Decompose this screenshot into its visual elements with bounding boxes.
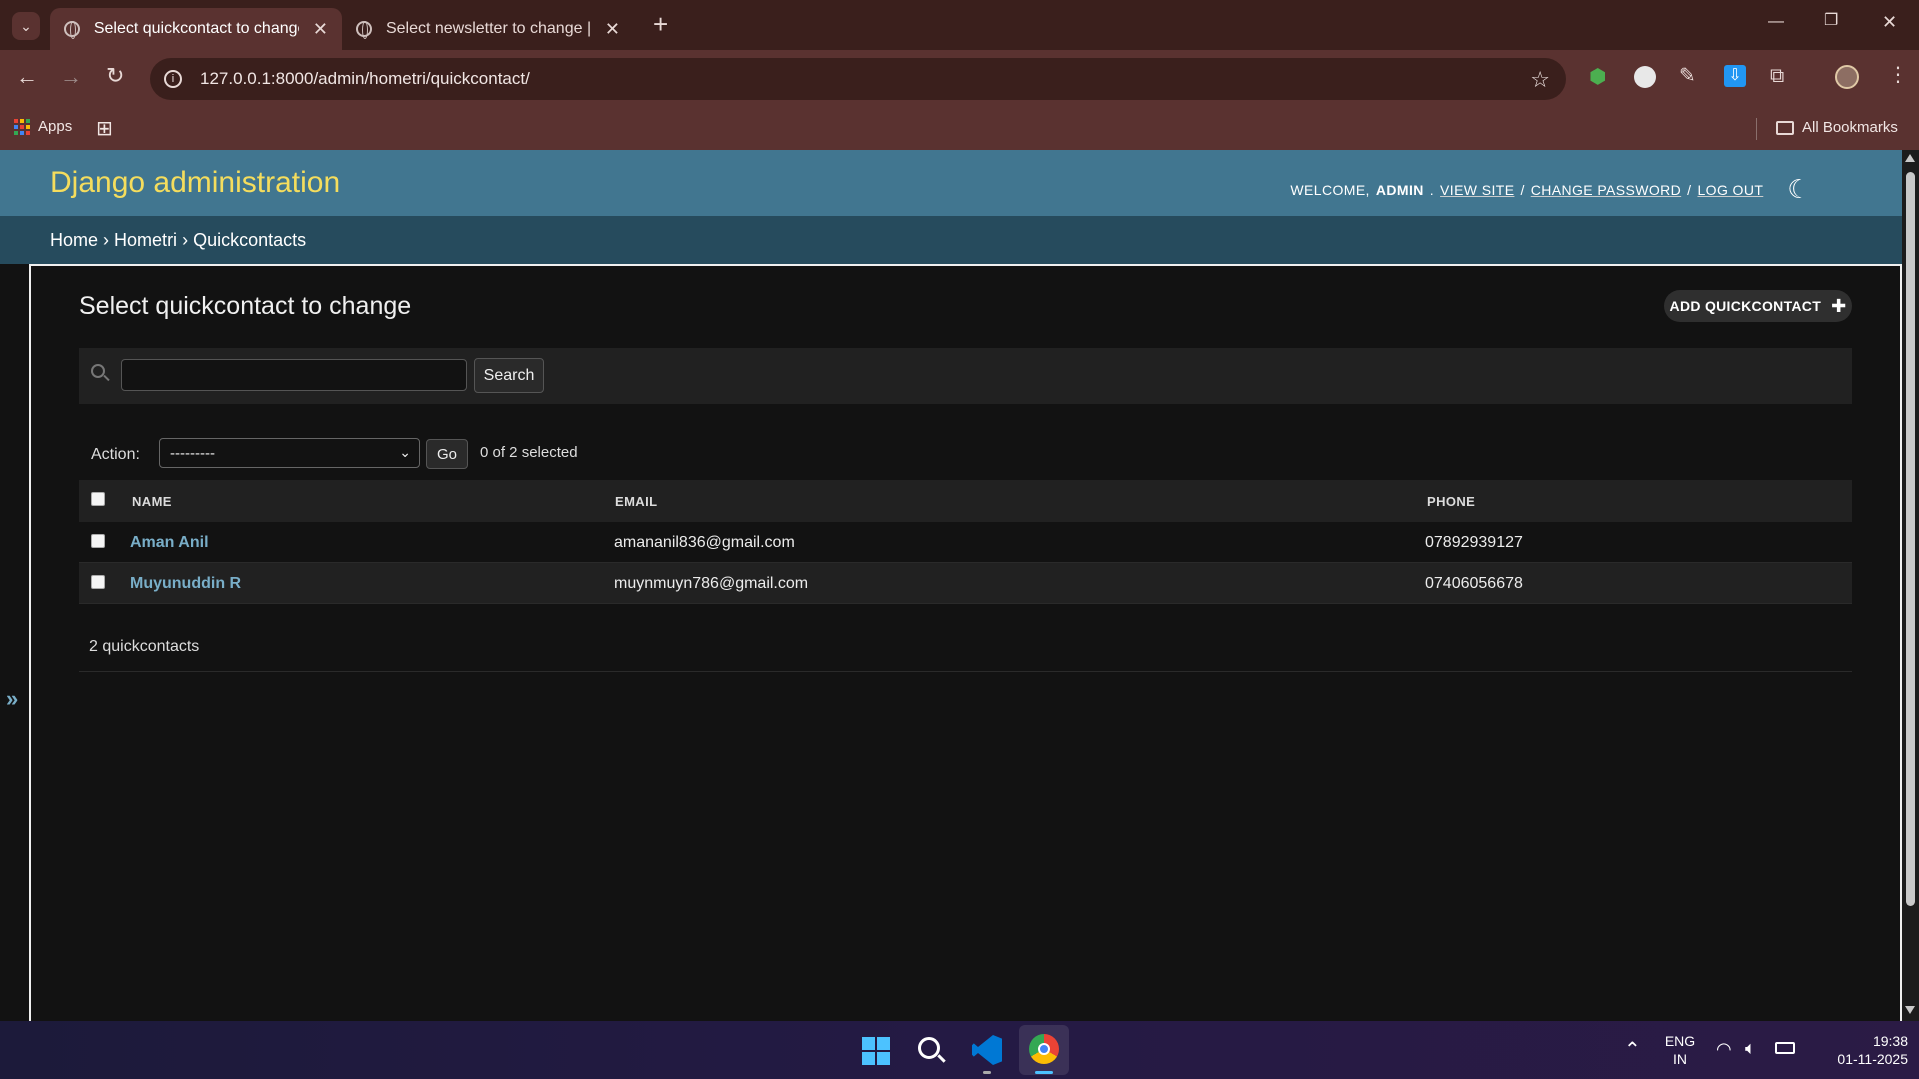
tab-search-icon[interactable]: ⌄: [12, 12, 40, 40]
main-content: Select quickcontact to change ADD QUICKC…: [29, 264, 1902, 1021]
apps-label: Apps: [38, 118, 73, 135]
plus-icon: ✚: [1831, 295, 1847, 316]
volume-icon[interactable]: 🔈︎: [1745, 1038, 1756, 1059]
row-name-link[interactable]: Aman Anil: [130, 534, 209, 552]
site-branding[interactable]: Django administration: [50, 166, 340, 200]
tab-newsletter[interactable]: Select newsletter to change | Dj ✕: [342, 8, 634, 50]
scroll-up-arrow[interactable]: [1905, 154, 1915, 162]
tab-close-icon[interactable]: ✕: [313, 19, 328, 40]
table-header: NAME EMAIL PHONE: [79, 480, 1852, 522]
wifi-icon[interactable]: ◠: [1716, 1039, 1732, 1060]
menu-kebab-icon[interactable]: ⋮: [1888, 65, 1908, 85]
url-text[interactable]: 127.0.0.1:8000/admin/hometri/quickcontac…: [200, 69, 530, 89]
start-button[interactable]: [862, 1037, 890, 1065]
bookmark-star-icon[interactable]: ☆: [1530, 67, 1550, 93]
tab-quickcontact[interactable]: Select quickcontact to change | ✕: [50, 8, 342, 50]
tab-title: Select newsletter to change | Dj: [385, 20, 591, 37]
tab-groups-icon[interactable]: ⊞: [96, 116, 113, 141]
action-label: Action:: [91, 446, 140, 463]
chevron-down-icon: ⌄: [399, 444, 411, 460]
change-password-link[interactable]: CHANGE PASSWORD: [1531, 182, 1681, 198]
welcome-text: WELCOME,: [1290, 181, 1370, 198]
theme-toggle-moon-icon[interactable]: ☾: [1787, 174, 1811, 205]
sidebar-toggle-button[interactable]: »: [6, 686, 18, 712]
results-table: NAME EMAIL PHONE Aman Anil amananil836@g…: [79, 480, 1852, 604]
log-out-link[interactable]: LOG OUT: [1697, 182, 1763, 198]
new-tab-button[interactable]: +: [653, 11, 668, 37]
user-tools: WELCOME, ADMIN. VIEW SITE / CHANGE PASSW…: [1290, 174, 1811, 205]
breadcrumb-current: Quickcontacts: [193, 230, 307, 250]
action-select[interactable]: --------- ⌄: [159, 438, 420, 468]
row-email: muynmuyn786@gmail.com: [614, 575, 809, 592]
back-icon[interactable]: ←: [16, 66, 38, 88]
folder-icon: [1776, 120, 1794, 135]
page-viewport: Django administration WELCOME, ADMIN. VI…: [0, 150, 1919, 1021]
clock[interactable]: 19:38 01-11-2025: [1808, 1032, 1908, 1068]
reload-icon[interactable]: ↻: [106, 65, 124, 87]
restore-icon[interactable]: ❐: [1824, 13, 1838, 29]
page-scrollbar[interactable]: [1902, 150, 1919, 1021]
download-icon[interactable]: ⇩: [1724, 65, 1746, 87]
column-header-email[interactable]: EMAIL: [615, 494, 657, 509]
eyedropper-icon[interactable]: ✎: [1679, 66, 1696, 86]
language-indicator[interactable]: ENG IN: [1660, 1032, 1700, 1068]
scroll-thumb[interactable]: [1906, 172, 1915, 906]
extension-icon[interactable]: [1634, 66, 1656, 88]
profile-avatar[interactable]: [1835, 65, 1859, 89]
taskbar: ⌃ ENG IN ◠ 🔈︎ 19:38 01-11-2025: [0, 1021, 1919, 1079]
all-bookmarks[interactable]: All Bookmarks: [1776, 119, 1898, 136]
row-checkbox[interactable]: [91, 534, 105, 548]
search-toolbar: Search: [79, 348, 1852, 404]
shield-extension-icon[interactable]: ⬢: [1589, 67, 1606, 87]
row-email: amananil836@gmail.com: [614, 534, 795, 551]
globe-icon: [64, 21, 80, 39]
minimize-icon[interactable]: —: [1768, 14, 1784, 30]
select-all-checkbox[interactable]: [91, 492, 105, 506]
row-phone: 07892939127: [1425, 534, 1523, 551]
selected-counter: 0 of 2 selected: [480, 444, 578, 461]
browser-toolbar: ← → ↻ i 127.0.0.1:8000/admin/hometri/qui…: [0, 50, 1919, 108]
table-row: Muyunuddin R muynmuyn786@gmail.com 07406…: [79, 563, 1852, 604]
search-input[interactable]: [121, 359, 467, 391]
site-info-icon[interactable]: i: [164, 70, 182, 88]
scroll-down-arrow[interactable]: [1905, 1006, 1915, 1014]
window-close-icon[interactable]: ✕: [1882, 13, 1897, 31]
extensions-puzzle-icon[interactable]: ⧉: [1770, 66, 1784, 86]
apps-bookmark[interactable]: Apps: [14, 118, 72, 135]
bookmarks-bar: Apps ⊞ All Bookmarks: [0, 108, 1919, 150]
tray-overflow-icon[interactable]: ⌃: [1624, 1037, 1641, 1062]
row-name-link[interactable]: Muyunuddin R: [130, 575, 241, 593]
globe-icon: [356, 21, 372, 39]
vscode-icon[interactable]: [972, 1035, 1002, 1065]
table-row: Aman Anil amananil836@gmail.com 07892939…: [79, 522, 1852, 563]
add-quickcontact-button[interactable]: ADD QUICKCONTACT ✚: [1664, 290, 1852, 322]
breadcrumb: Home › Hometri › Quickcontacts: [0, 216, 1919, 264]
go-button[interactable]: Go: [426, 439, 468, 469]
apps-grid-icon: [14, 118, 30, 135]
all-bookmarks-label: All Bookmarks: [1802, 119, 1898, 136]
row-phone: 07406056678: [1425, 575, 1523, 592]
tab-title: Select quickcontact to change |: [93, 20, 299, 37]
forward-icon[interactable]: →: [60, 66, 82, 88]
breadcrumb-app[interactable]: Hometri: [114, 230, 177, 250]
tab-close-icon[interactable]: ✕: [605, 19, 620, 40]
address-bar[interactable]: i 127.0.0.1:8000/admin/hometri/quickcont…: [150, 58, 1566, 100]
username: ADMIN: [1375, 181, 1424, 198]
browser-tab-bar: ⌄ Select quickcontact to change | ✕ Sele…: [0, 0, 1919, 50]
column-header-name[interactable]: NAME: [132, 494, 172, 509]
breadcrumb-home[interactable]: Home: [50, 230, 98, 250]
page-title: Select quickcontact to change: [79, 292, 412, 320]
column-header-phone[interactable]: PHONE: [1427, 494, 1475, 509]
view-site-link[interactable]: VIEW SITE: [1440, 182, 1514, 198]
row-checkbox[interactable]: [91, 575, 105, 589]
paginator: 2 quickcontacts: [79, 620, 1852, 672]
battery-icon[interactable]: [1775, 1042, 1795, 1054]
bookmarks-divider: [1756, 118, 1757, 140]
chrome-taskbar-button[interactable]: [1019, 1025, 1069, 1075]
admin-header: Django administration WELCOME, ADMIN. VI…: [0, 150, 1919, 216]
search-button[interactable]: Search: [474, 358, 544, 393]
